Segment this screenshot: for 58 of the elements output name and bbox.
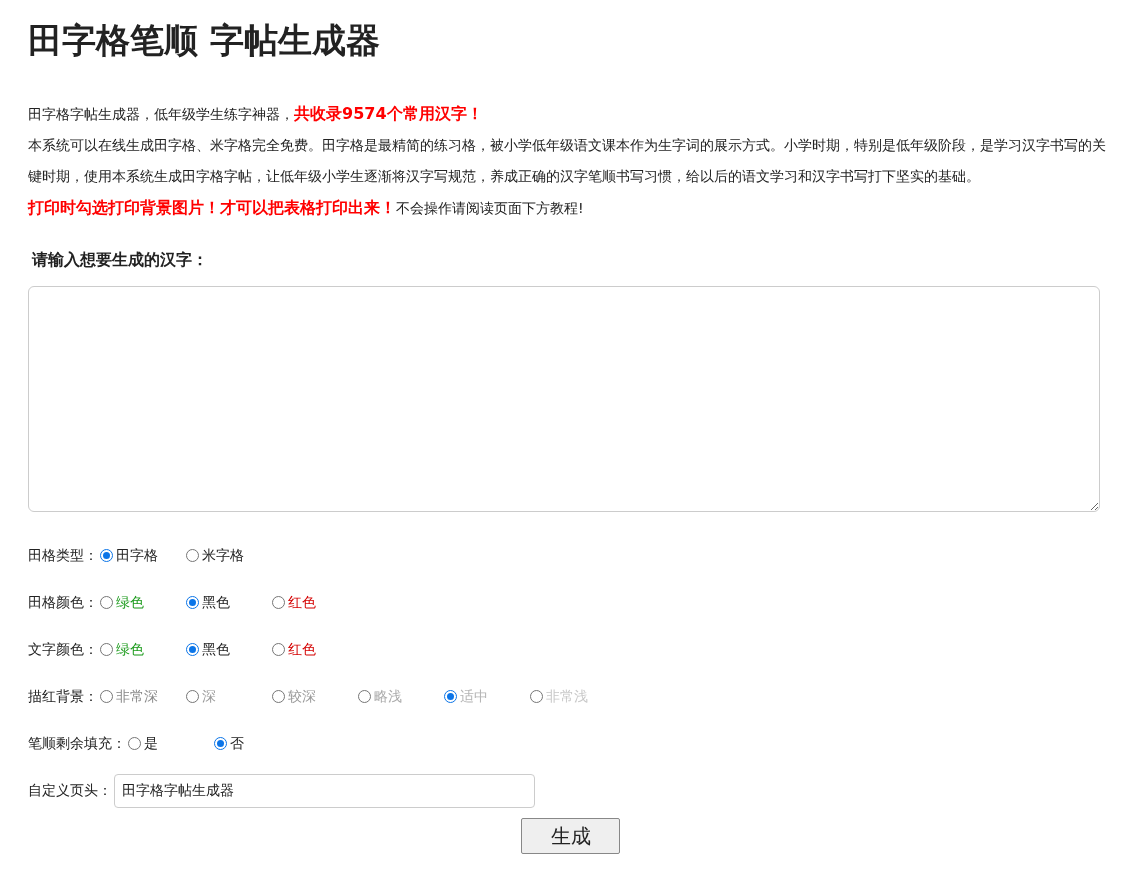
radio-label: 田字格	[116, 546, 158, 565]
radio-button[interactable]	[214, 737, 227, 750]
radio-label: 非常深	[116, 687, 158, 706]
radio-label: 是	[144, 734, 158, 753]
radio-label: 较深	[288, 687, 316, 706]
radio-option[interactable]: 米字格	[186, 545, 272, 566]
page-title: 田字格笔顺 字帖生成器	[28, 19, 381, 62]
input-field[interactable]	[28, 286, 1100, 512]
intro-paragraph: 田字格字帖生成器，低年级学生练字神器，共收录9574个常用汉字！	[28, 103, 484, 125]
radio-option[interactable]: 否	[214, 733, 300, 754]
option-label: 描红背景：	[28, 687, 98, 706]
radio-button[interactable]	[186, 690, 199, 703]
generate-button[interactable]: 生成	[521, 818, 620, 854]
radio-label: 黑色	[202, 593, 230, 612]
radio-label: 略浅	[374, 687, 402, 706]
radio-option[interactable]: 非常深	[100, 686, 186, 707]
radio-label: 红色	[288, 593, 316, 612]
radio-option[interactable]: 是	[128, 733, 214, 754]
radio-option[interactable]: 黑色	[186, 592, 272, 613]
radio-button[interactable]	[272, 643, 285, 656]
intro-paragraph: 本系统可以在线生成田字格、米字格完全免费。田字格是最精简的练习格，被小学低年级语文课本作为生字词的展示方式。小学时期，特别是低年级阶段，是学习汉字书写的关键时期，使用本系统生成田字格字帖，让低年级小学生逐渐将汉字写规范，养成正确的汉字笔顺书写习惯，给以后的语文学习和汉字书写打下坚实的基础。	[28, 136, 1107, 186]
radio-button[interactable]	[358, 690, 371, 703]
radio-label: 红色	[288, 640, 316, 659]
radio-button[interactable]	[100, 549, 113, 562]
radio-label: 否	[230, 734, 244, 753]
radio-button[interactable]	[128, 737, 141, 750]
radio-button[interactable]	[100, 596, 113, 609]
radio-button[interactable]	[186, 549, 199, 562]
radio-label: 深	[202, 687, 216, 706]
radio-label: 米字格	[202, 546, 244, 565]
option-label: 田格类型：	[28, 546, 98, 565]
radio-label: 绿色	[116, 640, 144, 659]
radio-label: 适中	[460, 687, 488, 706]
radio-option[interactable]: 深	[186, 686, 272, 707]
radio-label: 黑色	[202, 640, 230, 659]
radio-option[interactable]: 绿色	[100, 639, 186, 660]
radio-option[interactable]: 绿色	[100, 592, 186, 613]
radio-button[interactable]	[186, 596, 199, 609]
intro-paragraph: 打印时勾选打印背景图片！才可以把表格打印出来！不会操作请阅读页面下方教程!	[28, 197, 585, 219]
radio-button[interactable]	[186, 643, 199, 656]
radio-option[interactable]: 黑色	[186, 639, 272, 660]
header-input[interactable]: 田字格字帖生成器	[114, 773, 535, 808]
radio-button[interactable]	[444, 690, 457, 703]
input-label: 请输入想要生成的汉字：	[32, 249, 209, 271]
option-label: 笔顺剩余填充：	[28, 734, 126, 753]
option-label: 田格颜色：	[28, 593, 98, 612]
option-label: 文字颜色：	[28, 640, 98, 659]
radio-option[interactable]: 田字格	[100, 545, 186, 566]
radio-button[interactable]	[100, 690, 113, 703]
radio-button[interactable]	[100, 643, 113, 656]
radio-button[interactable]	[272, 596, 285, 609]
radio-label: 绿色	[116, 593, 144, 612]
radio-button[interactable]	[530, 690, 543, 703]
radio-button[interactable]	[272, 690, 285, 703]
radio-option[interactable]: 红色	[272, 639, 358, 660]
radio-option[interactable]: 红色	[272, 592, 358, 613]
radio-option[interactable]: 较深	[272, 686, 358, 707]
field-label: 自定义页头：	[28, 781, 112, 800]
